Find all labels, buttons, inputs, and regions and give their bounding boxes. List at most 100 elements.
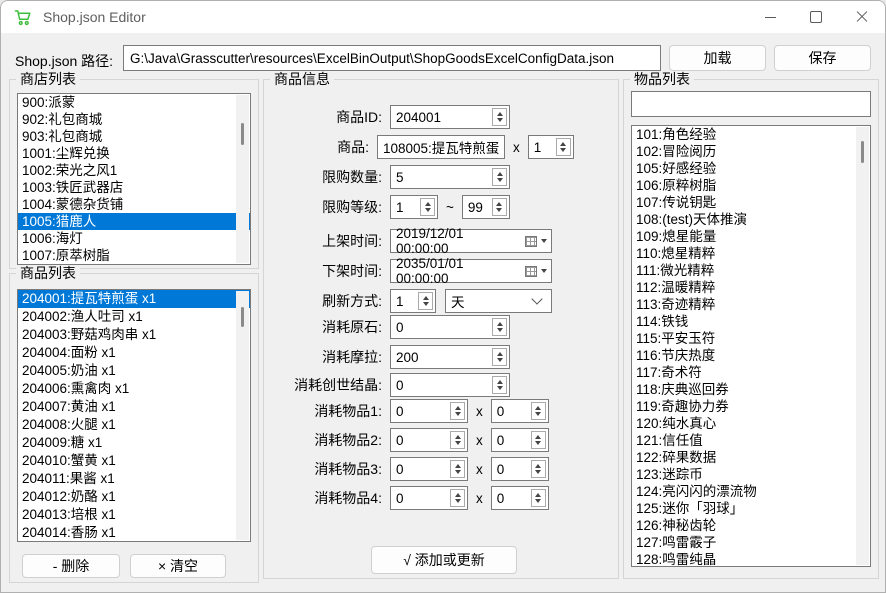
cost-primogem-spinner[interactable]: 0: [390, 315, 510, 339]
spinner-down-icon[interactable]: [425, 208, 431, 212]
add-or-update-button[interactable]: √ 添加或更新: [371, 546, 517, 574]
save-button[interactable]: 保存: [774, 45, 871, 71]
list-item[interactable]: 204014:香肠 x1: [18, 524, 250, 542]
list-item[interactable]: 109:熄星能量: [632, 228, 870, 245]
shop-listbox[interactable]: 900:派蒙902:礼包商城903:礼包商城1001:尘辉兑换1002:荣光之风…: [17, 93, 251, 265]
spinner-up-icon[interactable]: [455, 493, 461, 497]
load-button[interactable]: 加载: [669, 45, 766, 71]
list-item[interactable]: 123:迷踪币: [632, 466, 870, 483]
spinner-buttons[interactable]: [450, 431, 465, 449]
spinner-up-icon[interactable]: [535, 406, 541, 410]
list-item[interactable]: 124:亮闪闪的漂流物: [632, 483, 870, 500]
spinner-up-icon[interactable]: [497, 380, 503, 384]
list-item[interactable]: 122:碎果数据: [632, 449, 870, 466]
list-item[interactable]: 126:神秘齿轮: [632, 517, 870, 534]
item-search-input[interactable]: [631, 91, 871, 117]
spinner-down-icon[interactable]: [497, 358, 503, 362]
list-item[interactable]: 204013:培根 x1: [18, 506, 250, 524]
spinner-down-icon[interactable]: [535, 441, 541, 445]
goods-count-spinner[interactable]: 1: [528, 135, 574, 159]
cost-item3-count-spinner[interactable]: 0: [491, 457, 549, 481]
spinner-buttons[interactable]: [420, 198, 435, 216]
cost-item1-count-spinner[interactable]: 0: [491, 399, 549, 423]
list-item[interactable]: 204007:黄油 x1: [18, 398, 250, 416]
cost-item4-id-spinner[interactable]: 0: [390, 486, 468, 510]
list-item[interactable]: 116:节庆热度: [632, 347, 870, 364]
list-item[interactable]: 120:纯水真心: [632, 415, 870, 432]
spinner-down-icon[interactable]: [455, 441, 461, 445]
minimize-button[interactable]: [747, 1, 793, 33]
list-item[interactable]: 204002:渔人吐司 x1: [18, 308, 250, 326]
spinner-down-icon[interactable]: [535, 470, 541, 474]
buy-limit-spinner[interactable]: 5: [390, 165, 510, 189]
refresh-value-spinner[interactable]: 1: [390, 289, 436, 313]
scrollbar-thumb[interactable]: [861, 141, 864, 163]
list-item[interactable]: 903:礼包商城: [18, 128, 250, 145]
spinner-down-icon[interactable]: [496, 208, 502, 212]
list-item[interactable]: 204001:提瓦特煎蛋 x1: [18, 290, 250, 308]
spinner-up-icon[interactable]: [497, 352, 503, 356]
list-item[interactable]: 1001:尘辉兑换: [18, 145, 250, 162]
cost-item2-count-spinner[interactable]: 0: [491, 428, 549, 452]
list-item[interactable]: 115:平安玉符: [632, 330, 870, 347]
scrollbar-thumb[interactable]: [241, 123, 244, 145]
list-item[interactable]: 127:鸣雷霰子: [632, 534, 870, 551]
list-item[interactable]: 204004:面粉 x1: [18, 344, 250, 362]
spinner-up-icon[interactable]: [455, 406, 461, 410]
level-min-spinner[interactable]: 1: [390, 195, 438, 219]
list-item[interactable]: 108:(test)天体推演: [632, 211, 870, 228]
spinner-up-icon[interactable]: [455, 435, 461, 439]
spinner-down-icon[interactable]: [497, 178, 503, 182]
spinner-down-icon[interactable]: [497, 118, 503, 122]
list-item[interactable]: 121:信任值: [632, 432, 870, 449]
list-item[interactable]: 106:原粹树脂: [632, 177, 870, 194]
list-item[interactable]: 204006:熏禽肉 x1: [18, 380, 250, 398]
scrollbar[interactable]: [236, 95, 249, 263]
spinner-down-icon[interactable]: [455, 499, 461, 503]
list-item[interactable]: 204010:蟹黄 x1: [18, 452, 250, 470]
list-item[interactable]: 1005:猎鹿人: [18, 213, 250, 230]
cost-item4-count-spinner[interactable]: 0: [491, 486, 549, 510]
list-item[interactable]: 204009:糖 x1: [18, 434, 250, 452]
delete-button[interactable]: - 删除: [22, 554, 120, 578]
spinner-down-icon[interactable]: [560, 148, 566, 152]
dropdown-arrow-icon[interactable]: [541, 269, 547, 273]
spinner-buttons[interactable]: [418, 292, 433, 310]
list-item[interactable]: 902:礼包商城: [18, 111, 250, 128]
spinner-up-icon[interactable]: [497, 322, 503, 326]
list-item[interactable]: 112:温暖精粹: [632, 279, 870, 296]
spinner-buttons[interactable]: [450, 402, 465, 420]
spinner-up-icon[interactable]: [497, 112, 503, 116]
goods-id-spinner[interactable]: 204001: [390, 105, 510, 129]
clear-button[interactable]: × 清空: [130, 554, 226, 578]
list-item[interactable]: 111:微光精粹: [632, 262, 870, 279]
spinner-up-icon[interactable]: [423, 296, 429, 300]
spinner-up-icon[interactable]: [535, 493, 541, 497]
list-item[interactable]: 128:鸣雷纯晶: [632, 551, 870, 567]
item-listbox[interactable]: 101:角色经验102:冒险阅历105:好感经验106:原粹树脂107:传说钥匙…: [631, 125, 871, 567]
dropdown-arrow-icon[interactable]: [541, 239, 547, 243]
list-item[interactable]: 113:奇迹精粹: [632, 296, 870, 313]
spinner-down-icon[interactable]: [423, 302, 429, 306]
spinner-up-icon[interactable]: [425, 202, 431, 206]
list-item[interactable]: 105:好感经验: [632, 160, 870, 177]
list-item[interactable]: 107:传说钥匙: [632, 194, 870, 211]
begin-time-picker[interactable]: 2019/12/01 00:00:00: [390, 229, 552, 253]
spinner-down-icon[interactable]: [535, 412, 541, 416]
spinner-down-icon[interactable]: [497, 386, 503, 390]
list-item[interactable]: 1007:原萃树脂: [18, 247, 250, 264]
spinner-down-icon[interactable]: [497, 328, 503, 332]
spinner-down-icon[interactable]: [455, 470, 461, 474]
spinner-buttons[interactable]: [556, 138, 571, 156]
spinner-buttons[interactable]: [492, 348, 507, 366]
list-item[interactable]: 114:铁钱: [632, 313, 870, 330]
spinner-up-icon[interactable]: [535, 464, 541, 468]
cost-item1-id-spinner[interactable]: 0: [390, 399, 468, 423]
spinner-up-icon[interactable]: [497, 172, 503, 176]
spinner-buttons[interactable]: [450, 489, 465, 507]
spinner-buttons[interactable]: [531, 460, 546, 478]
list-item[interactable]: 118:庆典巡回券: [632, 381, 870, 398]
spinner-down-icon[interactable]: [455, 412, 461, 416]
spinner-buttons[interactable]: [450, 460, 465, 478]
list-item[interactable]: 900:派蒙: [18, 94, 250, 111]
